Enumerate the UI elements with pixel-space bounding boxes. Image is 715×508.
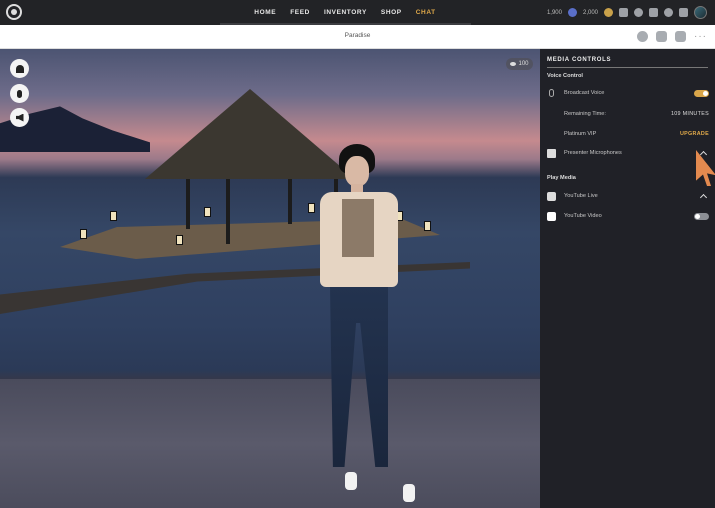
lantern [204,207,211,217]
chevron-up-icon[interactable] [699,193,708,202]
broadcast-voice-row: Broadcast Voice [547,87,709,99]
vip-coin-icon[interactable] [567,8,577,17]
youtube-video-icon [547,211,556,221]
viewer-count-badge: 100 [506,58,533,70]
nav-home[interactable]: HOME [254,9,276,16]
hut-post [186,179,190,229]
youtube-video-row: YouTube Video [547,210,709,222]
platinum-vip-row: Platinum VIP UPGRADE [547,128,709,140]
voice-control-heading: Voice Control [547,73,583,79]
room-header: Paradise ··· [0,25,715,49]
broadcast-voice-toggle[interactable] [694,89,709,97]
cart-icon[interactable] [619,8,628,17]
microphone-icon [17,89,22,98]
character-jeans [330,287,388,467]
hut-post [226,179,230,244]
lantern [424,221,431,231]
currency-bar: 1,900 2,000 [547,0,707,25]
microphone-icon [549,89,554,97]
youtube-live-icon [547,191,556,201]
panel-divider [547,67,708,68]
eye-icon [510,62,517,66]
toggle-knob [703,90,708,96]
remaining-time-label: Remaining Time: [564,111,606,117]
lantern [80,229,87,239]
broadcast-voice-label: Broadcast Voice [564,90,605,96]
remaining-time-row: Remaining Time: 109 MINUTES [547,108,709,120]
room-tools: ··· [637,31,707,42]
nav-shop[interactable]: SHOP [381,9,402,16]
hut-post [288,179,292,224]
camera-person-button[interactable] [10,59,29,78]
youtube-video-toggle[interactable] [694,212,709,220]
presenter-icon [547,148,556,158]
home-icon[interactable] [649,8,658,17]
microphone-button[interactable] [10,84,29,103]
top-navigation-bar: HOME FEED INVENTORY SHOP CHAT 1,900 2,00… [0,0,715,25]
chat-bubble-icon[interactable] [637,31,648,42]
lantern [110,211,117,221]
speaker-icon [15,113,24,122]
avatar-character[interactable] [305,144,415,504]
credit-coin-icon[interactable] [604,8,613,17]
platinum-vip-label: Platinum VIP [564,131,597,137]
character-top [342,199,374,257]
upgrade-link[interactable]: UPGRADE [680,131,709,137]
chat-icon[interactable] [664,8,673,17]
nav-feed[interactable]: FEED [290,9,310,16]
nav-inventory[interactable]: INVENTORY [324,9,367,16]
room-title: Paradise [344,32,371,39]
camera-icon[interactable] [675,31,686,42]
media-controls-panel: MEDIA CONTROLS Voice Control Broadcast V… [540,49,715,508]
viewer-count: 100 [518,61,529,67]
youtube-live-row[interactable]: YouTube Live [547,190,709,202]
person-icon [15,64,24,73]
youtube-live-label: YouTube Live [564,193,598,199]
panel-title: MEDIA CONTROLS [547,57,612,63]
character-shoe [345,472,357,490]
vip-credits-amount: 1,900 [546,9,562,16]
character-shoe [403,484,415,502]
character-head [345,156,369,186]
lantern [176,235,183,245]
youtube-video-label: YouTube Video [564,213,602,219]
coins-amount: 2,000 [582,9,598,16]
3d-scene[interactable]: 100 [0,49,540,508]
more-icon[interactable]: ··· [694,31,707,41]
logo-icon[interactable] [6,4,22,20]
toggle-knob [695,213,700,219]
speaker-button[interactable] [10,108,29,127]
presenter-microphones-label: Presenter Microphones [564,150,622,156]
main-nav: HOME FEED INVENTORY SHOP CHAT [220,0,470,25]
nav-chat[interactable]: CHAT [416,9,436,16]
profile-icon[interactable] [679,8,688,17]
notification-icon[interactable] [634,8,643,17]
avatar[interactable] [694,6,707,19]
remaining-time-value: 109 MINUTES [670,111,709,117]
play-media-heading: Play Media [547,175,576,181]
sand-beach [0,379,540,508]
presenter-microphones-row[interactable]: Presenter Microphones [547,147,709,159]
outfit-icon[interactable] [656,31,667,42]
